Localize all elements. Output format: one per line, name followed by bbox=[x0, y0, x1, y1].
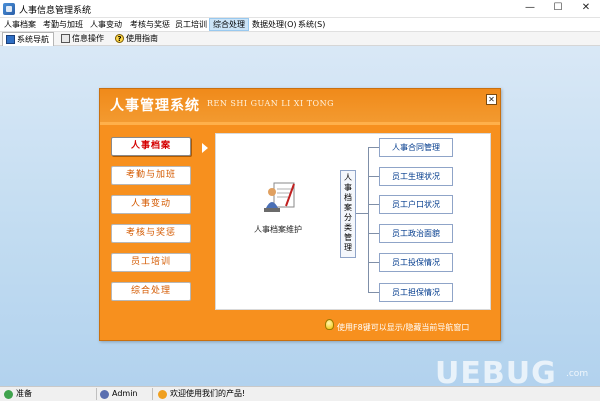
f8-hint-text: 使用F8键可以显示/隐藏当前导航窗口 bbox=[337, 323, 470, 332]
menu-system[interactable]: 系统(S) bbox=[295, 18, 328, 31]
physical-status-button[interactable]: 员工生理状况 bbox=[379, 167, 453, 186]
maximize-button[interactable]: ☐ bbox=[544, 0, 572, 17]
ready-icon bbox=[4, 390, 13, 399]
window-title: 人事信息管理系统 bbox=[19, 6, 92, 16]
guarantee-status-button[interactable]: 员工担保情况 bbox=[379, 283, 453, 302]
status-welcome-label: 欢迎使用我们的产品! bbox=[170, 389, 246, 398]
close-window-button[interactable]: ✕ bbox=[572, 0, 600, 17]
tab-info-operations-label: 信息操作 bbox=[72, 34, 104, 43]
connector-branch bbox=[368, 176, 379, 177]
document-icon bbox=[61, 34, 70, 43]
status-welcome: 欢迎使用我们的产品! bbox=[156, 388, 245, 401]
toolbar: 系统导航 信息操作 ? 使用指南 bbox=[0, 31, 600, 46]
status-user-label: Admin bbox=[112, 389, 138, 398]
navigation-dialog: 人事管理系统 REN SHI GUAN LI XI TONG ✕ 人事档案 考勤… bbox=[99, 88, 501, 341]
tab-system-navigation-label: 系统导航 bbox=[17, 35, 49, 44]
nav-comprehensive-button[interactable]: 综合处理 bbox=[111, 282, 191, 301]
archive-maintenance-label: 人事档案维护 bbox=[254, 225, 302, 234]
app-icon bbox=[3, 3, 15, 15]
archive-maintenance-icon[interactable] bbox=[260, 180, 300, 214]
dialog-divider bbox=[100, 122, 500, 125]
status-separator bbox=[152, 388, 153, 400]
nav-training-button[interactable]: 员工培训 bbox=[111, 253, 191, 272]
nav-personnel-archives-button[interactable]: 人事档案 bbox=[111, 137, 191, 156]
connector-branch bbox=[368, 204, 379, 205]
connector-branch bbox=[368, 147, 379, 148]
household-status-button[interactable]: 员工户口状况 bbox=[379, 195, 453, 214]
watermark-suffix: .com bbox=[566, 369, 589, 379]
user-icon bbox=[100, 390, 109, 399]
status-user: Admin bbox=[98, 388, 138, 401]
content-panel: 人事档案维护 人事档案分类管理 人事合同管理 员工生理状况 员工户口状况 员工政… bbox=[215, 133, 491, 310]
tab-system-navigation[interactable]: 系统导航 bbox=[2, 32, 54, 46]
status-ready: 准备 bbox=[2, 388, 32, 401]
nav-assessment-button[interactable]: 考核与奖惩 bbox=[111, 224, 191, 243]
dialog-header: 人事管理系统 REN SHI GUAN LI XI TONG ✕ bbox=[100, 89, 500, 122]
status-ready-label: 准备 bbox=[16, 389, 32, 398]
dialog-close-button[interactable]: ✕ bbox=[486, 94, 497, 105]
tab-info-operations[interactable]: 信息操作 bbox=[58, 32, 108, 46]
political-status-button[interactable]: 员工政治面貌 bbox=[379, 224, 453, 243]
dialog-title: 人事管理系统 bbox=[110, 98, 200, 114]
minimize-button[interactable]: — bbox=[516, 0, 544, 17]
connector-branch bbox=[368, 292, 379, 293]
nav-attendance-button[interactable]: 考勤与加班 bbox=[111, 166, 191, 185]
connector-line bbox=[356, 213, 368, 214]
connector-trunk bbox=[368, 147, 369, 292]
menu-comprehensive[interactable]: 综合处理 bbox=[209, 18, 249, 31]
insurance-status-button[interactable]: 员工投保情况 bbox=[379, 253, 453, 272]
menu-attendance-overtime[interactable]: 考勤与加班 bbox=[40, 18, 86, 31]
archive-category-box: 人事档案分类管理 bbox=[340, 170, 356, 258]
connector-branch bbox=[368, 233, 379, 234]
help-icon: ? bbox=[115, 34, 124, 43]
monitor-icon bbox=[6, 35, 15, 44]
menu-assessment-rewards[interactable]: 考核与奖惩 bbox=[127, 18, 173, 31]
menu-employee-training[interactable]: 员工培训 bbox=[172, 18, 210, 31]
menu-bar: 人事档案 考勤与加班 人事变动 考核与奖惩 员工培训 综合处理 数据处理(O) … bbox=[0, 18, 600, 31]
nav-personnel-changes-button[interactable]: 人事变动 bbox=[111, 195, 191, 214]
status-separator bbox=[96, 388, 97, 400]
dialog-subtitle: REN SHI GUAN LI XI TONG bbox=[207, 99, 334, 108]
menu-personnel-archives[interactable]: 人事档案 bbox=[1, 18, 39, 31]
tab-user-guide-label: 使用指南 bbox=[126, 34, 158, 43]
menu-personnel-changes[interactable]: 人事变动 bbox=[87, 18, 125, 31]
title-bar: 人事信息管理系统 — ☐ ✕ bbox=[0, 0, 600, 18]
info-icon bbox=[158, 390, 167, 399]
nav-panel: 人事档案 考勤与加班 人事变动 考核与奖惩 员工培训 综合处理 bbox=[111, 133, 209, 308]
status-bar: 准备 Admin 欢迎使用我们的产品! bbox=[0, 386, 600, 401]
tab-user-guide[interactable]: ? 使用指南 bbox=[112, 32, 162, 46]
nav-pointer-arrow bbox=[202, 143, 208, 153]
lightbulb-icon bbox=[325, 319, 334, 330]
connector-branch bbox=[368, 262, 379, 263]
contract-management-button[interactable]: 人事合同管理 bbox=[379, 138, 453, 157]
menu-data-processing[interactable]: 数据处理(O) bbox=[249, 18, 300, 31]
